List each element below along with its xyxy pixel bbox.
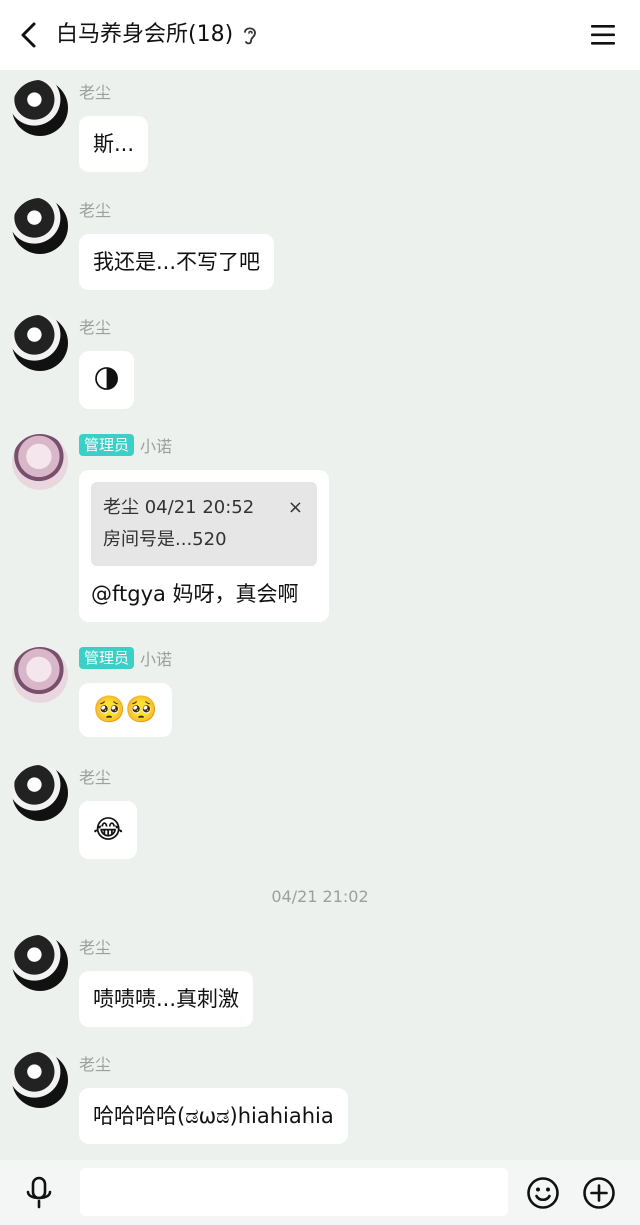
sender-name: 老尘 xyxy=(79,1055,112,1074)
sender-row: 老尘 xyxy=(79,198,111,220)
sender-name: 老尘 xyxy=(79,201,112,220)
sender-row: 老尘 xyxy=(79,315,111,337)
message-bubble[interactable]: 哈哈哈哈(ಡωಡ)hiahiahia xyxy=(79,1088,348,1144)
message-bubble[interactable]: 我还是...不写了吧 xyxy=(79,234,275,290)
message-bubble[interactable]: 啧啧啧...真刺激 xyxy=(79,971,254,1027)
sender-row: 老尘 xyxy=(79,1052,111,1074)
avatar[interactable] xyxy=(12,935,68,991)
message-bubble[interactable]: 斯... xyxy=(79,116,149,172)
sender-name: 老尘 xyxy=(79,83,112,102)
avatar[interactable] xyxy=(12,765,68,821)
sender-row: 老尘 xyxy=(79,935,111,957)
avatar[interactable] xyxy=(12,434,68,490)
chat-title: 白马养身会所(18) xyxy=(56,20,259,50)
sender-name: 老尘 xyxy=(79,768,112,787)
ear-icon xyxy=(244,27,257,45)
sender-row: 管理员 小诺 xyxy=(79,434,172,456)
message-bubble[interactable]: 老尘 04/21 20:52 房间号是...520 × @ftgya 妈呀，真会… xyxy=(79,470,329,622)
avatar[interactable] xyxy=(12,647,68,703)
avatar[interactable] xyxy=(12,198,68,254)
time-separator: 04/21 21:02 xyxy=(271,887,369,906)
microphone-icon[interactable] xyxy=(24,1176,54,1210)
quote-author-time: 老尘 04/21 20:52 xyxy=(103,497,255,518)
avatar[interactable] xyxy=(12,80,68,136)
sender-name: 小诺 xyxy=(140,650,173,669)
sender-row: 管理员 小诺 xyxy=(79,647,172,669)
admin-badge: 管理员 xyxy=(79,434,135,456)
sender-row: 老尘 xyxy=(79,765,111,787)
message-text: @ftgya 妈呀，真会啊 xyxy=(91,582,299,606)
sender-name: 小诺 xyxy=(140,437,173,456)
group-name: 白马养身会所(18) xyxy=(56,22,234,47)
sender-name: 老尘 xyxy=(79,318,112,337)
smiley-icon[interactable] xyxy=(526,1176,560,1210)
quote-text: 房间号是...520 xyxy=(103,529,227,550)
message-input[interactable] xyxy=(80,1168,508,1216)
message-bubble[interactable]: 🥺🥺 xyxy=(79,683,172,737)
sender-name: 老尘 xyxy=(79,938,112,957)
chat-header: 白马养身会所(18) xyxy=(0,0,640,70)
plus-circle-icon[interactable] xyxy=(582,1176,616,1210)
avatar[interactable] xyxy=(12,1052,68,1108)
quoted-message[interactable]: 老尘 04/21 20:52 房间号是...520 × xyxy=(91,482,317,566)
message-bubble[interactable]: 😂 xyxy=(79,801,138,859)
sender-row: 老尘 xyxy=(79,80,111,102)
message-list[interactable]: 老尘 斯... 老尘 我还是...不写了吧 老尘 🌗 管理员 小诺 老尘 04/… xyxy=(0,70,640,1160)
menu-icon[interactable] xyxy=(590,22,616,48)
input-bar xyxy=(0,1160,640,1225)
quote-close-icon[interactable]: × xyxy=(288,492,303,524)
avatar[interactable] xyxy=(12,315,68,371)
message-bubble[interactable]: 🌗 xyxy=(79,351,135,409)
chevron-left-icon xyxy=(21,22,36,48)
admin-badge: 管理员 xyxy=(79,647,135,669)
back-button[interactable] xyxy=(14,20,44,50)
